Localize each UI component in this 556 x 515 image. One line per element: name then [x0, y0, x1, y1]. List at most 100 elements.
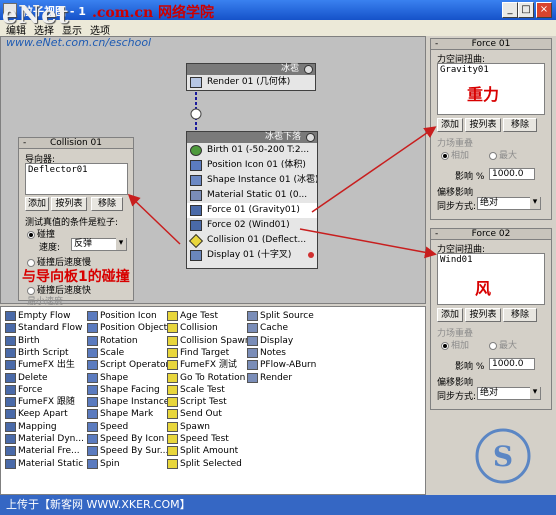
- depot-item-label: Position Icon: [100, 311, 157, 321]
- depot-item[interactable]: Send Out: [167, 408, 222, 420]
- depot-item[interactable]: Position Icon: [87, 310, 157, 322]
- depot-item[interactable]: Material Fre...: [5, 445, 80, 457]
- operator-icon: [247, 323, 258, 334]
- depot-item-label: Find Target: [180, 347, 230, 358]
- depot-item-label: Shape Instance: [100, 397, 170, 408]
- depot-item-label: FumeFX 出生: [18, 360, 75, 371]
- depot-item[interactable]: Mapping: [5, 421, 57, 433]
- operator-icon: [247, 360, 258, 371]
- depot-item[interactable]: Position Object: [87, 322, 167, 334]
- operator-icon: [247, 372, 258, 383]
- depot-item[interactable]: Render: [247, 372, 292, 384]
- depot-item[interactable]: Collision Spawn: [167, 335, 251, 347]
- operator-icon: [87, 335, 98, 346]
- depot-item-label: Force: [18, 384, 43, 395]
- depot-item[interactable]: Split Source: [247, 310, 314, 322]
- depot-item[interactable]: Spawn: [167, 421, 210, 433]
- depot-item[interactable]: Material Static: [5, 458, 83, 470]
- operator-icon: [167, 335, 178, 346]
- depot-item[interactable]: Speed By Sur...: [87, 445, 168, 457]
- operator-icon: [87, 434, 98, 444]
- depot-item[interactable]: Notes: [247, 347, 286, 359]
- depot-item[interactable]: Material Dyn...: [5, 433, 84, 445]
- depot-item[interactable]: Speed: [87, 421, 128, 433]
- depot-item-label: Standard Flow: [18, 323, 83, 334]
- depot-item[interactable]: FumeFX 出生: [5, 359, 75, 371]
- svg-text:S: S: [493, 440, 513, 473]
- depot-item[interactable]: Shape Mark: [87, 408, 153, 420]
- operator-icon: [87, 311, 98, 321]
- depot-item[interactable]: Speed By Icon: [87, 433, 164, 445]
- depot-item[interactable]: Scale Test: [167, 384, 225, 396]
- depot-item[interactable]: Rotation: [87, 335, 138, 347]
- operator-icon: [5, 311, 16, 321]
- shield-logo-icon: S: [475, 428, 531, 484]
- operator-icon: [5, 372, 16, 383]
- depot-item-label: Spin: [100, 458, 120, 469]
- operator-icon: [5, 446, 16, 457]
- depot-item[interactable]: Scale: [87, 347, 124, 359]
- depot-item-label: Delete: [18, 372, 48, 383]
- depot-item[interactable]: Go To Rotation: [167, 372, 245, 384]
- depot-item[interactable]: Birth: [5, 335, 40, 347]
- operator-icon: [167, 409, 178, 420]
- depot-item[interactable]: Keep Apart: [5, 408, 68, 420]
- depot-item-label: Split Selected: [180, 458, 242, 469]
- depot-item-label: Display: [260, 335, 294, 346]
- depot-item[interactable]: Force: [5, 384, 42, 396]
- operator-icon: [247, 335, 258, 346]
- operator-icon: [87, 458, 98, 469]
- operator-icon: [5, 397, 16, 408]
- depot-item[interactable]: Delete: [5, 372, 48, 384]
- depot-item[interactable]: Age Test: [167, 310, 218, 322]
- depot-item[interactable]: FumeFX 测试: [167, 359, 237, 371]
- depot-item-label: Send Out: [180, 409, 222, 420]
- depot-item-label: Cache: [260, 323, 288, 334]
- depot-item-label: Material Static: [18, 458, 84, 469]
- operator-icon: [5, 384, 16, 395]
- depot-item[interactable]: Birth Script: [5, 347, 69, 359]
- depot-item[interactable]: Script Test: [167, 396, 227, 408]
- operator-icon: [87, 446, 98, 457]
- depot-item-label: Render: [260, 372, 293, 383]
- depot-item[interactable]: Shape: [87, 372, 128, 384]
- operator-icon: [167, 360, 178, 371]
- depot-item-label: Birth: [18, 335, 40, 346]
- depot-item[interactable]: Shape Facing: [87, 384, 160, 396]
- depot-item[interactable]: Cache: [247, 322, 288, 334]
- depot-item[interactable]: Spin: [87, 458, 120, 470]
- depot-item-label: PFlow-ABurn: [260, 360, 317, 371]
- operator-icon: [247, 311, 258, 321]
- depot-item-label: Scale: [100, 347, 125, 358]
- depot-item[interactable]: Collision: [167, 322, 218, 334]
- depot-item[interactable]: PFlow-ABurn: [247, 359, 316, 371]
- operator-icon: [87, 409, 98, 420]
- depot-item-label: Speed By Icon: [100, 434, 165, 444]
- depot-item-label: Speed By Sur...: [100, 446, 169, 457]
- operator-icon: [87, 347, 98, 358]
- depot-item[interactable]: FumeFX 跟随: [5, 396, 75, 408]
- depot-item[interactable]: Find Target: [167, 347, 229, 359]
- depot-item[interactable]: Split Selected: [167, 458, 242, 470]
- depot-item-label: Material Fre...: [18, 446, 80, 457]
- operator-icon: [167, 372, 178, 383]
- depot-item[interactable]: Standard Flow: [5, 322, 82, 334]
- operator-icon: [167, 446, 178, 457]
- depot-item[interactable]: Empty Flow: [5, 310, 70, 322]
- depot-item[interactable]: Shape Instance: [87, 396, 169, 408]
- operator-icon: [87, 360, 98, 371]
- operator-icon: [87, 397, 98, 408]
- operator-icon: [167, 421, 178, 432]
- depot-item-label: Script Test: [180, 397, 227, 408]
- depot-item-label: Split Amount: [180, 446, 239, 457]
- depot-item[interactable]: Script Operator: [87, 359, 169, 371]
- depot-item-label: FumeFX 测试: [180, 360, 237, 371]
- operator-icon: [5, 458, 16, 469]
- operator-icon: [247, 347, 258, 358]
- depot-item[interactable]: Split Amount: [167, 445, 238, 457]
- operator-icon: [87, 372, 98, 383]
- depot-item[interactable]: Speed Test: [167, 433, 229, 445]
- operator-icon: [87, 323, 98, 334]
- depot-item[interactable]: Display: [247, 335, 293, 347]
- operator-icon: [167, 434, 178, 444]
